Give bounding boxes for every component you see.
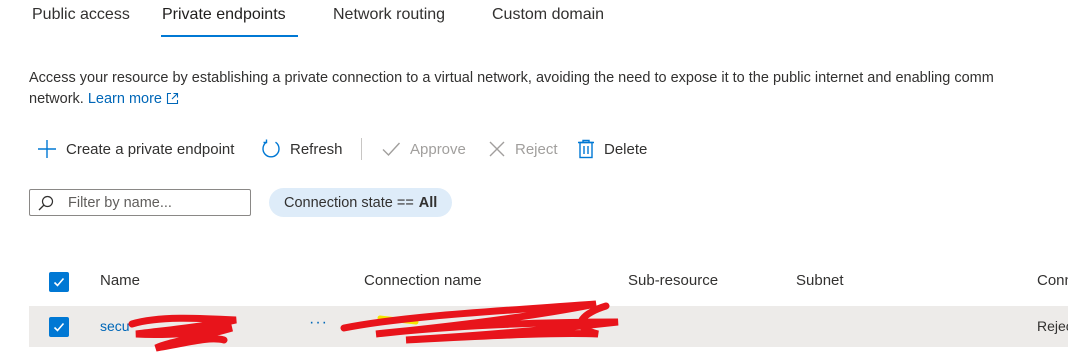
plus-icon [38,140,56,158]
approve-button[interactable]: Approve [380,134,466,164]
toolbar-divider [361,138,362,160]
external-link-icon [166,92,179,105]
description-line2: network. Learn more [29,89,179,110]
table-header: Name Connection name Sub-resource Subnet… [0,262,1068,302]
description-network-word: network. [29,91,84,107]
column-header-connection-name[interactable]: Connection name [364,272,482,289]
filter-by-name-input[interactable] [68,194,238,211]
pill-label: Connection state == [284,194,414,211]
more-icon[interactable]: ··· [309,314,328,332]
delete-label: Delete [604,140,648,158]
tab-network-routing[interactable]: Network routing [333,6,445,24]
column-header-sub-resource[interactable]: Sub-resource [628,272,718,289]
create-label: Create a private endpoint [66,140,235,158]
refresh-label: Refresh [290,140,343,158]
pill-value: All [418,194,438,211]
table-row[interactable]: secu ··· Rejec [29,306,1068,347]
column-header-subnet[interactable]: Subnet [796,272,844,289]
delete-button[interactable]: Delete [576,134,647,164]
tab-custom-domain[interactable]: Custom domain [492,6,604,24]
learn-more-label: Learn more [87,91,162,107]
close-icon [489,141,505,157]
trash-icon [578,139,594,159]
learn-more-link[interactable]: Learn more [88,91,179,107]
tab-public-access[interactable]: Public access [32,6,130,24]
refresh-button[interactable]: Refresh [260,134,343,164]
checkbox-checked-icon [53,277,65,287]
description-text: Access your resource by establishing a p… [29,70,994,86]
create-private-endpoint-button[interactable]: Create a private endpoint [36,134,234,164]
connection-state-filter-pill[interactable]: Connection state == All [269,188,453,217]
row-connection-state: Rejec [1037,318,1068,334]
filter-box[interactable] [29,189,251,216]
approve-label: Approve [410,140,466,158]
reject-label: Reject [515,140,558,158]
column-header-name[interactable]: Name [100,272,140,289]
column-header-connection-state[interactable]: Conn [1037,272,1068,289]
tab-private-endpoints[interactable]: Private endpoints [162,6,286,24]
active-tab-indicator [161,35,298,37]
row-name-link[interactable]: secu [100,318,130,334]
row-select-checkbox[interactable] [49,317,69,337]
command-bar: Create a private endpoint Refresh Approv… [36,134,1036,164]
reject-button[interactable]: Reject [487,134,558,164]
select-all-checkbox[interactable] [49,272,69,292]
refresh-icon [262,139,280,158]
search-icon [38,195,54,210]
checkmark-icon [382,142,401,157]
checkbox-checked-icon [53,322,65,332]
tab-bar: Public access Private endpoints Network … [0,0,1068,40]
